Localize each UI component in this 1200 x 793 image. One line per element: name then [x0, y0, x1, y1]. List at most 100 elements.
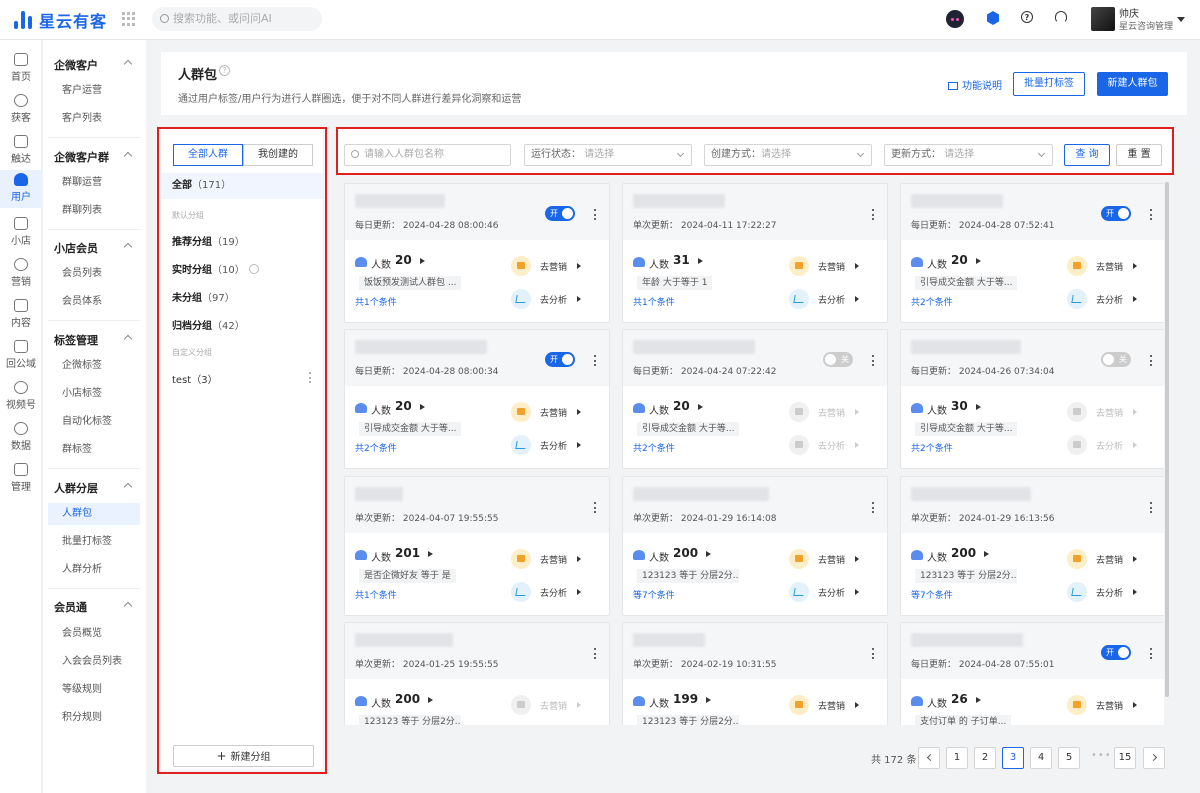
nav-group-tag-management[interactable]: 标签管理: [54, 332, 98, 348]
brand-logo[interactable]: 星云有客: [14, 9, 107, 31]
rail-item-shop[interactable]: 小店: [0, 214, 42, 252]
grid-scrollbar[interactable]: [1165, 182, 1169, 697]
crowd-pack-card[interactable]: 每日更新： 2024-04-26 07:34:04 关 人数 30 引导成交金额…: [900, 329, 1164, 469]
people-count[interactable]: 20: [673, 399, 690, 413]
people-count[interactable]: 20: [395, 399, 412, 413]
chevron-up-icon[interactable]: [123, 59, 133, 69]
people-count[interactable]: 20: [395, 253, 412, 267]
global-search-input[interactable]: 搜索功能、或问问AI: [152, 7, 322, 31]
tab-all-crowds[interactable]: 全部人群: [173, 144, 243, 166]
chevron-up-icon[interactable]: [123, 482, 133, 492]
crowd-pack-card[interactable]: 每日更新： 2024-04-28 08:00:46 开 人数 20 饭饭预发测试…: [344, 183, 610, 323]
caret-right-icon[interactable]: [983, 551, 989, 557]
more-icon[interactable]: [1150, 209, 1153, 220]
nav-item-auto-tags[interactable]: 自动化标签: [48, 411, 140, 433]
people-count[interactable]: 200: [951, 546, 976, 560]
nav-item-member-list[interactable]: 会员列表: [48, 263, 140, 285]
caret-right-icon[interactable]: [427, 551, 433, 557]
nav-item-crowd-packs[interactable]: 人群包: [48, 503, 140, 525]
more-icon[interactable]: [872, 209, 875, 220]
page-button[interactable]: 2: [974, 747, 996, 769]
conditions-link[interactable]: 共1个条件: [633, 295, 675, 308]
nav-item-crowd-analysis[interactable]: 人群分析: [48, 559, 140, 581]
nav-item-customer-ops[interactable]: 客户运营: [48, 80, 140, 102]
status-toggle[interactable]: 开: [1101, 206, 1131, 221]
more-icon[interactable]: [872, 648, 875, 659]
rail-item-public-domain[interactable]: 回公域: [0, 337, 42, 375]
rail-item-marketing[interactable]: 营销: [0, 255, 42, 293]
conditions-link[interactable]: 共2个条件: [911, 295, 953, 308]
status-toggle[interactable]: 开: [545, 206, 575, 221]
crowd-pack-card[interactable]: 单次更新： 2024-01-29 16:13:56 人数 200 123123 …: [900, 476, 1164, 616]
nav-item-shop-tags[interactable]: 小店标签: [48, 383, 140, 405]
nav-item-member-overview[interactable]: 会员概览: [48, 623, 140, 645]
page-button-current[interactable]: 3: [1002, 747, 1024, 769]
status-toggle[interactable]: 关: [1101, 352, 1131, 367]
group-item-test[interactable]: test（3）: [172, 371, 218, 386]
rail-item-content[interactable]: 内容: [0, 296, 42, 334]
update-method-select[interactable]: 更新方式： 请选择: [884, 144, 1053, 166]
nav-item-member-system[interactable]: 会员体系: [48, 291, 140, 313]
caret-right-icon[interactable]: [698, 258, 703, 264]
go-analysis-action[interactable]: 去分析: [1067, 435, 1157, 455]
caret-right-icon[interactable]: [420, 258, 425, 264]
go-analysis-action[interactable]: 去分析: [789, 582, 879, 602]
go-analysis-action[interactable]: 去分析: [1067, 289, 1157, 309]
people-count[interactable]: 31: [673, 253, 690, 267]
nav-group-wecom-groups[interactable]: 企微客户群: [54, 149, 109, 165]
crowd-pack-card[interactable]: 每日更新： 2024-04-28 07:52:41 开 人数 20 引导成交金额…: [900, 183, 1164, 323]
group-item-all[interactable]: 全部（171）: [161, 173, 323, 199]
query-button[interactable]: 查 询: [1064, 144, 1110, 166]
page-button[interactable]: 5: [1058, 747, 1080, 769]
caret-right-icon[interactable]: [976, 258, 981, 264]
caret-right-icon[interactable]: [698, 404, 703, 410]
more-icon[interactable]: [1150, 355, 1153, 366]
nav-item-group-tags[interactable]: 群标签: [48, 439, 140, 461]
crowd-pack-card[interactable]: 单次更新： 2024-04-07 19:55:55 人数 201 是否企微好友 …: [344, 476, 610, 616]
rail-item-video[interactable]: 视频号: [0, 378, 42, 416]
status-toggle[interactable]: 开: [545, 352, 575, 367]
rail-item-manage[interactable]: 管理: [0, 460, 42, 498]
crowd-pack-card[interactable]: 单次更新： 2024-01-25 19:55:55 人数 200 123123 …: [344, 622, 610, 725]
nav-group-wecom-customers[interactable]: 企微客户: [54, 57, 98, 73]
go-analysis-action[interactable]: 去分析: [511, 435, 601, 455]
help-icon[interactable]: ?: [1021, 11, 1033, 23]
go-analysis-action[interactable]: 去分析: [1067, 582, 1157, 602]
more-icon[interactable]: [594, 209, 597, 220]
help-icon[interactable]: ?: [219, 65, 230, 76]
conditions-link[interactable]: 共1个条件: [355, 295, 397, 308]
go-analysis-action[interactable]: 去分析: [511, 289, 601, 309]
more-icon[interactable]: [594, 502, 597, 513]
reset-button[interactable]: 重 置: [1116, 144, 1162, 166]
go-analysis-action[interactable]: 去分析: [511, 582, 601, 602]
crowd-name-search-input[interactable]: 请输入人群包名称: [344, 144, 511, 166]
nav-item-customer-list[interactable]: 客户列表: [48, 108, 140, 130]
go-marketing-action[interactable]: 去营销: [511, 402, 601, 422]
batch-tag-button[interactable]: 批量打标签: [1013, 72, 1085, 96]
crowd-pack-card[interactable]: 单次更新： 2024-02-19 10:31:55 人数 199 123123 …: [622, 622, 888, 725]
pagination-ellipsis[interactable]: •••: [1091, 750, 1112, 761]
go-marketing-action[interactable]: 去营销: [1067, 695, 1157, 715]
help-icon[interactable]: [248, 264, 259, 274]
rail-item-home[interactable]: 首页: [0, 50, 42, 88]
nav-item-wecom-tags[interactable]: 企微标签: [48, 355, 140, 377]
caret-right-icon[interactable]: [420, 404, 425, 410]
nav-item-batch-tagging[interactable]: 批量打标签: [48, 531, 140, 553]
nav-item-group-list[interactable]: 群聊列表: [48, 200, 140, 222]
status-toggle[interactable]: 开: [1101, 645, 1131, 660]
conditions-link[interactable]: 共1个条件: [355, 588, 397, 601]
go-marketing-action[interactable]: 去营销: [1067, 402, 1157, 422]
chevron-up-icon[interactable]: [123, 334, 133, 344]
user-name[interactable]: 帅庆: [1119, 5, 1139, 20]
next-page-button[interactable]: [1143, 747, 1165, 769]
more-icon[interactable]: [594, 648, 597, 659]
conditions-link[interactable]: 共2个条件: [633, 441, 675, 454]
caret-right-icon[interactable]: [427, 697, 433, 703]
go-marketing-action[interactable]: 去营销: [789, 695, 879, 715]
page-button[interactable]: 4: [1030, 747, 1052, 769]
conditions-link[interactable]: 等7个条件: [911, 588, 953, 601]
new-group-button[interactable]: + 新建分组: [173, 745, 314, 767]
headset-icon[interactable]: [1055, 11, 1067, 23]
create-method-select[interactable]: 创建方式：请选择: [704, 144, 872, 166]
group-item-archived[interactable]: 归档分组（42）: [172, 317, 245, 332]
